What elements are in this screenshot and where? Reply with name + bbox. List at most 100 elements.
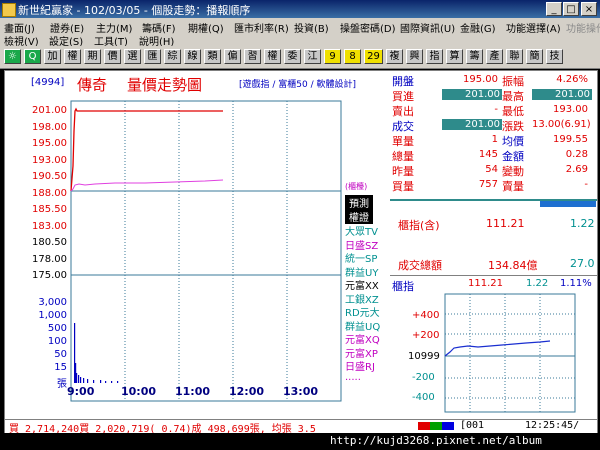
time-tick-3: 12:00	[229, 385, 265, 398]
volume-tick-1: 1,000	[38, 310, 67, 321]
menu-item-10[interactable]: 功能選擇(A)	[506, 20, 561, 35]
toolbar-button-22[interactable]: 算	[446, 49, 463, 64]
price-tick-8: 180.50	[32, 237, 67, 248]
time-tick-2: 11:00	[175, 385, 211, 398]
menu-item-8[interactable]: 國際資訊(U)	[400, 20, 455, 35]
price-tick-4: 190.50	[32, 171, 67, 182]
quote-value2-5: 0.28	[565, 149, 588, 160]
minimize-button[interactable]: _	[546, 2, 562, 16]
quote-value-1: 201.00	[442, 89, 502, 100]
toolbar-button-10[interactable]: 類	[204, 49, 221, 64]
toolbar-button-16[interactable]: 9	[324, 49, 341, 64]
volume-bar-7	[93, 380, 95, 383]
turnover-value: 134.84億	[488, 259, 538, 272]
toolbar-button-3[interactable]: 權	[64, 49, 81, 64]
toolbar-button-12[interactable]: 習	[244, 49, 261, 64]
time-tick-0: 9:00	[67, 385, 95, 398]
mini-ytick-400: +400	[412, 310, 440, 321]
volume-bar-11	[117, 381, 119, 383]
maximize-button[interactable]: □	[563, 2, 579, 16]
mini-index-chart: 櫃指 111.21 1.22 1.11% +400 +200 10999 -20…	[390, 275, 597, 420]
price-tick-9: 178.00	[32, 253, 67, 265]
price-tick-2: 195.00	[32, 138, 67, 149]
quote-label-6: 昨量	[392, 165, 414, 178]
price-tick-6: 185.50	[32, 204, 67, 215]
window-title: 新世紀贏家 - 102/03/05 - 個股走勢：播報順序	[18, 4, 251, 17]
url-bar: http://kujd3268.pixnet.net/album	[0, 433, 600, 450]
price-tick-3: 193.00	[32, 154, 67, 166]
toolbar-button-26[interactable]: 簡	[526, 49, 543, 64]
toolbar-button-24[interactable]: 產	[486, 49, 503, 64]
volume-tick-2: 500	[47, 323, 67, 334]
quote-value2-0: 4.26%	[556, 74, 588, 85]
volume-bar-10	[111, 381, 113, 383]
price-tick-1: 198.00	[32, 121, 67, 133]
toolbar-button-4[interactable]: 期	[84, 49, 101, 64]
quote-label-0: 開盤	[392, 75, 414, 88]
toolbar-button-13[interactable]: 權	[264, 49, 281, 64]
warrant-item-11[interactable]: .....	[345, 372, 361, 383]
toolbar-button-19[interactable]: 複	[386, 49, 403, 64]
toolbar-button-27[interactable]: 技	[546, 49, 563, 64]
toolbar-button-1[interactable]: Q	[24, 49, 41, 64]
toolbar-button-9[interactable]: 線	[184, 49, 201, 64]
volume-bar-9	[105, 381, 107, 383]
volume-bar-4	[80, 377, 82, 383]
toolbar-button-8[interactable]: 綜	[164, 49, 181, 64]
quote-label2-6: 變動	[502, 165, 524, 178]
warrant-tag[interactable]: 權證	[345, 209, 373, 224]
title-bar: 新世紀贏家 - 102/03/05 - 個股走勢：播報順序 _ □ ×	[0, 0, 600, 18]
quote-panel: 開盤 195.00 振幅 4.26% 買進 201.00 最高 201.00 賣出 - 最低 193.…	[390, 71, 597, 201]
toolbar-button-17[interactable]: 8	[344, 49, 361, 64]
toolbar-button-6[interactable]: 選	[124, 49, 141, 64]
toolbar-button-25[interactable]: 聯	[506, 49, 523, 64]
app-icon	[2, 3, 16, 17]
toolbar-button-23[interactable]: 籌	[466, 49, 483, 64]
index-change: 1.22	[570, 217, 595, 230]
toolbar-button-7[interactable]: 匯	[144, 49, 161, 64]
mini-chart-change: 1.22	[526, 278, 549, 289]
quote-value-3: 201.00	[442, 119, 502, 130]
volume-bar-8	[100, 380, 102, 383]
menu-item-9[interactable]: 金融(G)	[460, 20, 496, 35]
mini-base: 10999	[408, 351, 440, 362]
turnover-label: 成交總額	[398, 259, 442, 272]
toolbar-button-18[interactable]: 29	[364, 49, 383, 64]
mini-chart-pct: 1.11%	[560, 278, 592, 289]
menu-item-7[interactable]: 操盤密碼(D)	[340, 20, 396, 35]
menu-item-6[interactable]: 投資(B)	[294, 20, 329, 35]
quote-value-0: 195.00	[463, 74, 498, 85]
volume-bar-3	[78, 375, 80, 383]
toolbar: ☼ Q 加權期價選匯綜線類偏習權委江 9 8 29 複興指算籌產聯簡技	[0, 46, 600, 69]
price-tick-5: 188.00	[32, 187, 67, 199]
index-label: 櫃指(含)	[398, 219, 440, 232]
quote-value-2: -	[494, 104, 498, 115]
index-panel: 櫃指(含) 111.21 1.22 成交總額 134.84億 27.0	[390, 199, 597, 275]
quote-label2-4: 均價	[502, 135, 524, 148]
quote-label-3: 成交	[392, 120, 414, 133]
index-bar	[540, 201, 596, 207]
toolbar-button-20[interactable]: 興	[406, 49, 423, 64]
price-tick-7: 183.00	[32, 220, 67, 232]
toolbar-button-14[interactable]: 委	[284, 49, 301, 64]
menu-item-4[interactable]: 期權(Q)	[188, 20, 224, 35]
quote-label2-2: 最低	[502, 105, 524, 118]
mini-ytick-neg200: -200	[412, 372, 435, 383]
quote-label2-7: 賣量	[502, 180, 524, 193]
toolbar-button-0[interactable]: ☼	[4, 49, 21, 64]
price-tick-10: 175.00	[32, 270, 67, 281]
menu-item-5[interactable]: 匯市利率(R)	[234, 20, 289, 35]
quote-label2-0: 振幅	[502, 75, 524, 88]
mini-ytick-200: +200	[412, 330, 440, 341]
menu-item-11[interactable]: 功能操作(P)	[566, 20, 600, 35]
forecast-tag[interactable]: 預測	[345, 195, 373, 210]
quote-label-1: 買進	[392, 90, 414, 103]
quote-value-4: 1	[491, 134, 498, 145]
toolbar-button-11[interactable]: 偏	[224, 49, 241, 64]
volume-bar-6	[87, 379, 89, 383]
toolbar-button-15[interactable]: 江	[304, 49, 321, 64]
toolbar-button-5[interactable]: 價	[104, 49, 121, 64]
close-button[interactable]: ×	[581, 2, 597, 16]
toolbar-button-21[interactable]: 指	[426, 49, 443, 64]
toolbar-button-2[interactable]: 加	[44, 49, 61, 64]
